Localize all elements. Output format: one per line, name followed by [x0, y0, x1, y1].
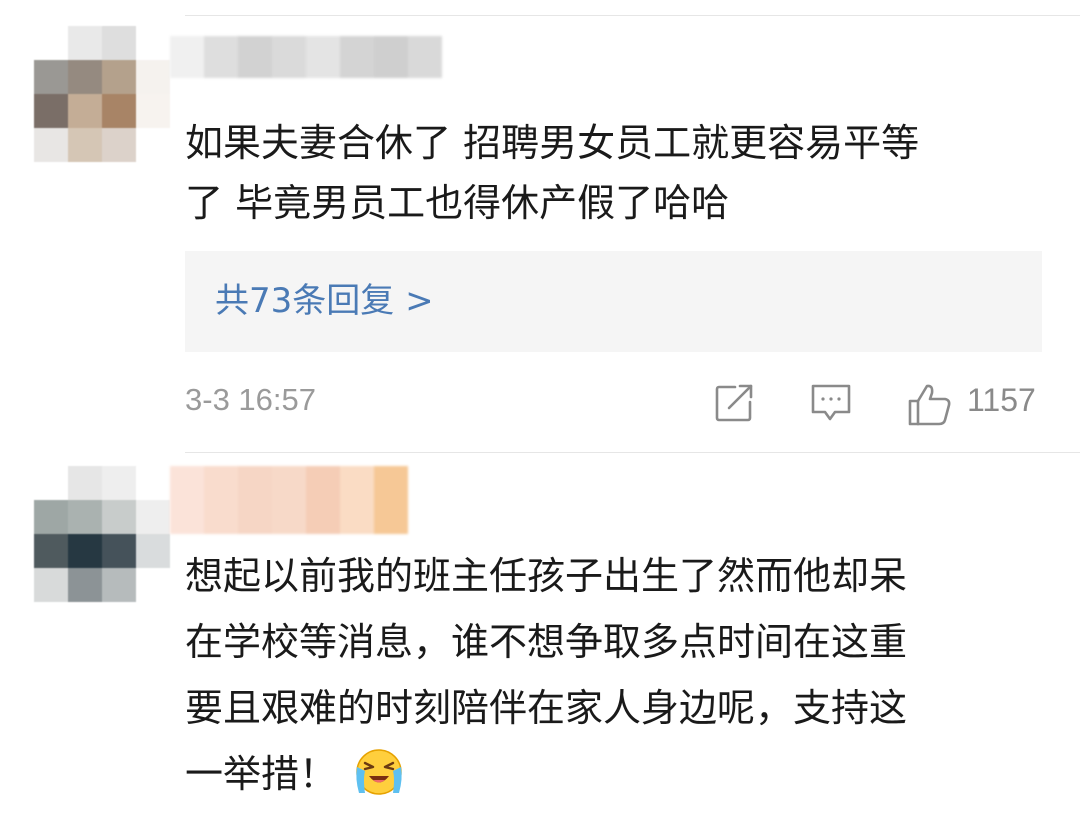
comment-text-line: 了 毕竟男员工也得休产假了哈哈: [185, 181, 730, 225]
crying-laughing-emoji: [353, 745, 405, 797]
avatar-pixel: [34, 466, 68, 500]
username-pixel: [408, 36, 442, 78]
avatar-pixel: [102, 26, 136, 60]
avatar-pixel: [68, 466, 102, 500]
avatar-pixel: [136, 466, 170, 500]
username-pixel: [374, 36, 408, 78]
username-pixel: [272, 466, 306, 534]
username-blurred[interactable]: [170, 36, 442, 78]
avatar-pixel: [68, 60, 102, 94]
username-pixel: [306, 36, 340, 78]
comment-icon[interactable]: [810, 382, 852, 424]
comment-text-line: 如果夫妻合休了 招聘男女员工就更容易平等: [185, 121, 920, 165]
avatar-pixel: [102, 60, 136, 94]
avatar-pixel: [68, 26, 102, 60]
timestamp: 3-3 16:57: [185, 382, 316, 417]
like-icon[interactable]: [907, 382, 953, 428]
comment-text-line: 想起以前我的班主任孩子出生了然而他却呆: [185, 554, 908, 598]
avatar-pixel: [102, 500, 136, 534]
avatar-pixel: [136, 568, 170, 602]
avatar-pixel: [136, 534, 170, 568]
username-pixel: [306, 466, 340, 534]
username-pixel: [340, 36, 374, 78]
avatar-pixel: [136, 94, 170, 128]
comment-text-line: 在学校等消息，谁不想争取多点时间在这重: [185, 620, 908, 664]
avatar[interactable]: [34, 466, 170, 602]
avatar-pixel: [34, 568, 68, 602]
avatar-pixel: [34, 500, 68, 534]
comment-text-line: 一举措！: [185, 752, 338, 796]
avatar-pixel: [102, 128, 136, 162]
avatar-pixel: [68, 534, 102, 568]
avatar-pixel: [102, 94, 136, 128]
avatar-pixel: [136, 26, 170, 60]
avatar-pixel: [34, 534, 68, 568]
avatar-pixel: [34, 60, 68, 94]
avatar-pixel: [102, 466, 136, 500]
avatar-pixel: [68, 94, 102, 128]
username-pixel: [238, 36, 272, 78]
username-pixel: [170, 36, 204, 78]
avatar-pixel: [34, 94, 68, 128]
avatar-pixel: [102, 568, 136, 602]
username-pixel: [374, 466, 408, 534]
username-pixel: [204, 36, 238, 78]
username-pixel: [238, 466, 272, 534]
comment-text: 如果夫妻合休了 招聘男女员工就更容易平等 了 毕竟男员工也得休产假了哈哈: [185, 113, 1045, 233]
avatar-pixel: [68, 128, 102, 162]
avatar-pixel: [136, 128, 170, 162]
comment-divider: [185, 452, 1080, 453]
avatar-pixel: [136, 60, 170, 94]
comment-meta-row: 3-3 16:57 1157: [185, 380, 1042, 426]
comment-text: 想起以前我的班主任孩子出生了然而他却呆 在学校等消息，谁不想争取多点时间在这重 …: [185, 543, 1045, 807]
replies-box[interactable]: 共73条回复 >: [185, 251, 1042, 352]
avatar-pixel: [68, 568, 102, 602]
avatar-pixel: [102, 534, 136, 568]
username-pixel: [272, 36, 306, 78]
username-pixel: [204, 466, 238, 534]
comment-text-line: 要且艰难的时刻陪伴在家人身边呢，支持这: [185, 686, 908, 730]
username-pixel: [170, 466, 204, 534]
share-icon[interactable]: [713, 382, 755, 424]
view-replies-link[interactable]: 共73条回复 >: [215, 278, 434, 324]
avatar-pixel: [34, 128, 68, 162]
avatar-pixel: [136, 500, 170, 534]
avatar[interactable]: [34, 26, 170, 162]
avatar-pixel: [68, 500, 102, 534]
like-count: 1157: [967, 382, 1036, 418]
avatar-pixel: [34, 26, 68, 60]
top-divider: [185, 15, 1080, 16]
username-pixel: [340, 466, 374, 534]
username-blurred[interactable]: [170, 466, 408, 534]
